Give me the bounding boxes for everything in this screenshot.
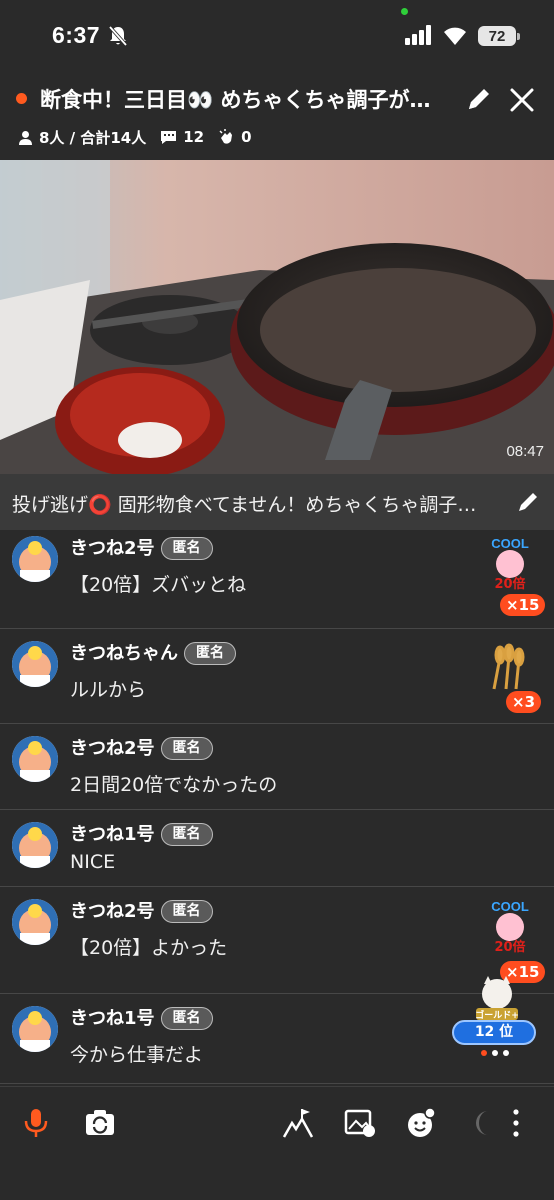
gift-count: ×15 — [500, 594, 546, 616]
comment-text: 2日間20倍でなかったの — [70, 774, 278, 796]
edit-icon[interactable] — [466, 86, 492, 112]
status-time: 6:37 — [52, 22, 101, 48]
anonymous-badge: 匿名 — [184, 642, 236, 665]
avatar[interactable] — [12, 641, 58, 687]
live-indicator — [16, 93, 27, 104]
bell-off-icon — [108, 25, 128, 47]
gift-multiplier-label: 20倍 — [494, 939, 525, 955]
rank-pager — [481, 1050, 509, 1056]
comment-count: 12 — [183, 128, 205, 146]
person-icon — [19, 130, 32, 145]
gift-multiplier-label: 20倍 — [494, 576, 525, 592]
room-title[interactable]: 断食中！三日目👀 めちゃくちゃ調子が… — [40, 84, 460, 114]
comment-item[interactable]: きつね1号 匿名 NICE — [0, 810, 554, 887]
cool-20x-gift-icon: COOL 20倍 — [491, 899, 529, 955]
clap-count: 0 — [241, 128, 252, 146]
room-stats: 8人 / 合計14人 12 0 — [18, 126, 252, 148]
avatar[interactable] — [12, 536, 58, 582]
rank-position-button[interactable]: 12 位 — [452, 1020, 536, 1045]
gift-count: ×3 — [506, 691, 542, 713]
comment-item[interactable]: きつね2号 匿名 【20倍】よかった COOL 20倍 ×15 — [0, 887, 554, 994]
commenter-name: きつね1号 — [70, 1008, 155, 1029]
room-description: 投げ逃げ⭕️ 固形物食べてません！めちゃくちゃ調子… — [0, 474, 554, 530]
video-elapsed: 08:47 — [506, 443, 544, 460]
rank-label: ゴールド+ — [475, 1009, 519, 1020]
mic-icon[interactable] — [20, 1107, 52, 1139]
flag-icon[interactable] — [282, 1107, 314, 1139]
comment-text: 【20倍】ズバッとね — [70, 574, 247, 596]
comment-item[interactable]: きつね2号 匿名 2日間20倍でなかったの — [0, 724, 554, 810]
status-bar: 6:37 72 — [0, 0, 554, 76]
more-icon[interactable] — [504, 1107, 536, 1139]
wheat-gift-icon — [492, 643, 525, 690]
gift-cool-label: COOL — [491, 899, 529, 914]
moon-icon[interactable] — [466, 1107, 498, 1139]
signal-icon — [405, 25, 431, 45]
camera-switch-icon[interactable] — [84, 1107, 116, 1139]
comment-icon — [161, 130, 177, 144]
comment-item[interactable]: きつね2号 匿名 【20倍】ズバッとね COOL 20倍 ×15 — [0, 530, 554, 629]
close-icon[interactable] — [508, 86, 536, 114]
gold-rank-icon[interactable]: ゴールド+ — [474, 976, 520, 1020]
avatar[interactable] — [12, 822, 58, 868]
anonymous-badge: 匿名 — [160, 1007, 213, 1030]
listener-count: 8人 / 合計14人 — [39, 128, 147, 147]
avatar[interactable] — [12, 899, 58, 945]
comment-item[interactable]: きつねちゃん 匿名 ルルから ×3 — [0, 629, 554, 724]
bottom-toolbar — [0, 1086, 554, 1200]
edit-description-icon[interactable] — [516, 490, 540, 514]
description-text: 投げ逃げ⭕️ 固形物食べてません！めちゃくちゃ調子… — [12, 494, 477, 516]
cool-20x-gift-icon: COOL 20倍 — [491, 536, 529, 592]
video-frame — [0, 160, 554, 474]
commenter-name: きつねちゃん — [70, 643, 178, 664]
anonymous-badge: 匿名 — [160, 737, 213, 760]
avatar[interactable] — [12, 736, 58, 782]
gift-cool-label: COOL — [491, 536, 529, 551]
commenter-name: きつね2号 — [70, 738, 155, 759]
video-player[interactable]: 08:47 — [0, 160, 554, 474]
anonymous-badge: 匿名 — [160, 823, 213, 846]
avatar[interactable] — [12, 1006, 58, 1052]
comment-text: NICE — [70, 851, 116, 873]
anonymous-badge: 匿名 — [160, 537, 213, 560]
clap-icon — [219, 129, 233, 144]
commenter-name: きつね2号 — [70, 538, 155, 559]
commenter-name: きつね1号 — [70, 824, 155, 845]
comment-text: ルルから — [70, 679, 147, 701]
anonymous-badge: 匿名 — [160, 900, 213, 923]
commenter-name: きつね2号 — [70, 901, 155, 922]
battery-icon: 72 — [478, 26, 520, 46]
image-icon[interactable] — [344, 1107, 376, 1139]
comment-text: 【20倍】よかった — [70, 937, 228, 959]
emoji-icon[interactable] — [406, 1107, 438, 1139]
privacy-indicator — [401, 8, 408, 15]
wifi-icon — [444, 27, 466, 45]
comment-text: 今から仕事だよ — [70, 1044, 204, 1066]
